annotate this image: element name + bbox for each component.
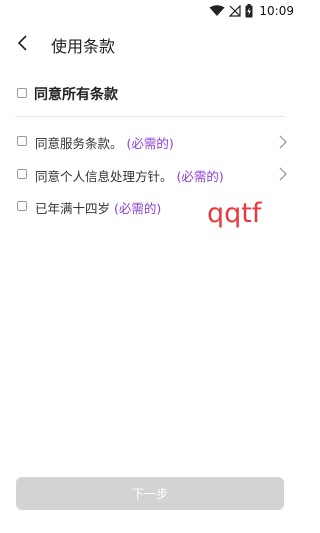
term-privacy-checkbox[interactable] [17, 169, 27, 179]
no-signal-icon [229, 5, 242, 17]
required-tag: (必需的) [126, 136, 174, 151]
term-privacy-label: 同意个人信息处理方针。 [35, 169, 173, 184]
app-header: 使用条款 [0, 26, 300, 62]
agree-all-label[interactable]: 同意所有条款 [34, 84, 118, 104]
status-bar: 10:09 [0, 0, 300, 22]
chevron-right-icon[interactable] [278, 167, 288, 181]
required-tag: (必需的) [114, 201, 162, 216]
required-tag: (必需的) [176, 169, 224, 184]
term-age-label: 已年满十四岁 [35, 201, 111, 216]
status-icons: 10:09 [209, 2, 294, 20]
battery-charging-icon [245, 4, 253, 18]
chevron-right-icon[interactable] [278, 135, 288, 149]
agree-all-checkbox[interactable] [17, 88, 27, 98]
term-age-row[interactable]: 已年满十四岁 (必需的) [35, 198, 161, 217]
page-title: 使用条款 [51, 37, 116, 56]
status-time: 10:09 [259, 4, 294, 18]
term-service-label: 同意服务条款。 [35, 136, 123, 151]
term-service-row[interactable]: 同意服务条款。 (必需的) [35, 133, 174, 152]
next-button[interactable]: 下一步 [16, 477, 284, 510]
chevron-left-icon [18, 35, 27, 51]
term-privacy-row[interactable]: 同意个人信息处理方针。 (必需的) [35, 166, 224, 185]
divider [15, 116, 285, 117]
term-age-checkbox[interactable] [17, 201, 27, 211]
wifi-icon [209, 5, 225, 16]
back-button[interactable] [12, 32, 34, 54]
watermark-text: qqtf [207, 198, 262, 229]
term-service-checkbox[interactable] [17, 136, 27, 146]
